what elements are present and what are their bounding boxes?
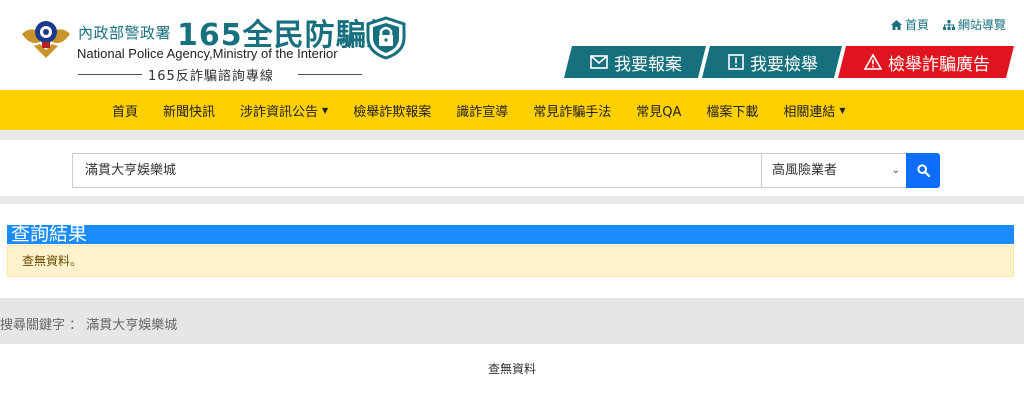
nav-item-report-fraud[interactable]: 檢舉詐欺報案 [353,101,431,120]
divider-line [298,74,362,75]
sitemap-link-label: 網站導覽 [957,18,1006,32]
hotline-text: 165反詐騙諮詢專線 [148,69,274,84]
search-icon [916,164,930,177]
nav-item-fraud-announcements[interactable]: 涉詐資訊公告 ▼ [240,101,328,120]
divider-line [78,74,142,75]
hotline-tagline: 165反詐騙諮詢專線 [78,65,362,84]
action-buttons: 我要報案 我要檢舉 檢舉詐騙廣告 [564,46,1010,78]
shield-lock-icon [366,16,406,60]
top-links: 首頁 網站導覽 [890,16,1006,33]
envelope-icon [590,55,608,69]
keyword-value: 滿貫大亨娛樂城 [86,318,178,333]
keyword-prefix: 搜尋關鍵字 ： [0,318,83,333]
agency-name-en: National Police Agency,Ministry of the I… [77,46,338,61]
search-button[interactable] [906,153,940,188]
report-case-label: 我要報案 [614,54,682,75]
police-emblem-icon[interactable] [20,12,72,62]
chevron-down-icon: ⌄ [891,165,900,176]
category-select[interactable]: 高風險業者 ⌄ [761,153,907,188]
nav-item-news[interactable]: 新聞快訊 [163,101,215,120]
nav-item-label: 常見QA [636,104,682,120]
nav-item-downloads[interactable]: 檔案下載 [706,101,758,120]
nav-item-label: 相關連結 [783,104,836,120]
search-input[interactable]: 滿貫大亨娛樂城 [72,153,762,188]
sitemap-link[interactable]: 網站導覽 [942,16,1006,33]
nav-item-label: 涉詐資訊公告 [240,104,319,120]
site-header: 內政部警政署 165全民防騙網 National Police Agency,M… [0,0,1024,90]
nav-item-home[interactable]: 首頁 [112,101,138,120]
report-case-button[interactable]: 我要報案 [568,46,702,78]
nav-item-label: 新聞快訊 [163,104,216,120]
home-icon [890,19,902,30]
report-fraud-ad-button[interactable]: 檢舉詐騙廣告 [842,46,1010,78]
inform-button[interactable]: 我要檢舉 [706,46,838,78]
section-divider [0,196,1024,204]
nav-item-faq[interactable]: 常見QA [636,101,681,120]
nav-item-label: 識詐宣導 [456,104,509,120]
search-keyword-bar: 搜尋關鍵字 ： 滿貫大亨娛樂城 [0,298,1024,344]
empty-results-text: 查無資料 [487,362,536,376]
nav-item-label: 檢舉詐欺報案 [353,104,432,120]
warning-triangle-icon [864,54,882,70]
category-select-value: 高風險業者 [772,163,838,178]
home-link[interactable]: 首頁 [890,16,929,33]
agency-name-cn: 內政部警政署 [78,24,172,42]
nav-item-label: 常見詐騙手法 [533,104,612,120]
nav-item-label: 檔案下載 [706,104,759,120]
main-nav: 首頁 新聞快訊 涉詐資訊公告 ▼ 檢舉詐欺報案 識詐宣導 常見詐騙手法 常見QA … [0,90,1024,130]
exclamation-box-icon [728,54,744,70]
sitemap-icon [942,19,955,30]
results-title: 查詢結果 [7,225,1014,244]
caret-down-icon: ▼ [839,105,846,115]
home-link-label: 首頁 [904,18,929,32]
no-data-alert: 查無資料。 [7,245,1014,277]
section-divider [0,130,1024,140]
report-fraud-ad-label: 檢舉詐騙廣告 [888,54,990,75]
nav-item-common-scams[interactable]: 常見詐騙手法 [533,101,611,120]
inform-label: 我要檢舉 [750,54,818,75]
nav-item-awareness[interactable]: 識詐宣導 [456,101,508,120]
caret-down-icon: ▼ [322,105,329,115]
nav-item-label: 首頁 [112,104,139,120]
search-bar: 滿貫大亨娛樂城 高風險業者 ⌄ [0,140,1024,196]
nav-item-related-links[interactable]: 相關連結 ▼ [783,101,845,120]
